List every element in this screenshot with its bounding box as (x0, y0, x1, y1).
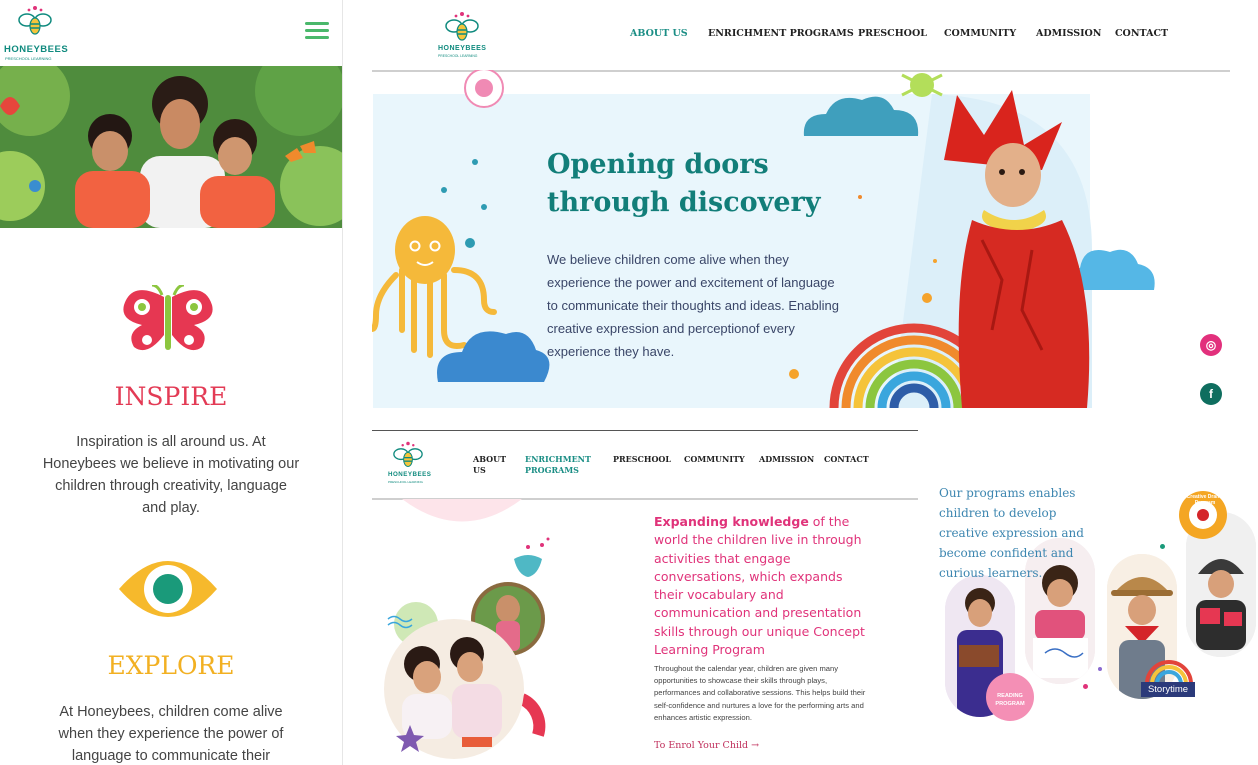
nav-contact[interactable]: CONTACT (824, 454, 869, 465)
explore-heading: EXPLORE (107, 651, 235, 680)
eye-icon (119, 561, 217, 617)
reading-badge-line-1: READING (997, 693, 1023, 699)
nav-about-us[interactable]: ABOUT US (630, 28, 688, 39)
decor-dot (1098, 667, 1102, 671)
logo-tagline: PRESCHOOL LEARNING (5, 56, 52, 61)
enrol-link[interactable]: To Enrol Your Child → (654, 740, 759, 751)
reading-badge-line-2: PROGRAM (995, 701, 1025, 707)
bee-logo-icon (393, 441, 423, 467)
decor-dot (1083, 684, 1088, 689)
programs-description: Our programs enables children to develop… (939, 486, 1084, 580)
hero-heading-line-2: through discovery (547, 187, 821, 218)
enrichment-heading-rest: of the world the children live in throug… (654, 514, 865, 658)
nav-community[interactable]: COMMUNITY (944, 28, 1016, 39)
child-in-costume-illustration (944, 90, 1090, 408)
reading-program-badge: READING PROGRAM (986, 673, 1034, 721)
enrichment-illustration (384, 499, 550, 759)
nav-about-us[interactable]: ABOUT US (473, 454, 506, 476)
bee-logo-icon (445, 12, 479, 41)
nav-enrichment-line-2: PROGRAMS (525, 465, 579, 475)
hero-heading-line-1: Opening doors (547, 149, 769, 180)
logo-tagline: PRESCHOOL LEARNING (388, 480, 423, 484)
enrichment-heading-bold: Expanding knowledge (654, 514, 809, 529)
nav-enrichment-programs[interactable]: ENRICHMENT PROGRAMS (708, 28, 854, 39)
mobile-hero-image (0, 66, 342, 228)
inspire-text: Inspiration is all around us. At Honeybe… (42, 434, 300, 516)
octopus-icon (372, 216, 497, 358)
sun-icon (901, 73, 943, 97)
nav-enrichment-programs[interactable]: ENRICHMENT PROGRAMS (525, 454, 591, 476)
nav-preschool[interactable]: PRESCHOOL (613, 454, 671, 465)
explore-text: At Honeybees, children come alive when t… (58, 704, 284, 764)
enrichment-heading: Expanding knowledge of the world the chi… (654, 513, 874, 659)
mobile-logo[interactable]: HONEYBEES PRESCHOOL LEARNING (4, 4, 68, 61)
bee-logo-icon (18, 6, 52, 35)
nav-admission[interactable]: ADMISSION (1036, 28, 1101, 39)
nav-preschool[interactable]: PRESCHOOL (858, 28, 927, 39)
decor-dot (1160, 544, 1165, 549)
nav-community[interactable]: COMMUNITY (684, 454, 745, 465)
logo-name: HONEYBEES (438, 45, 487, 52)
logo-tagline: PRESCHOOL LEARNING (438, 54, 478, 58)
hamburger-menu-icon[interactable] (305, 22, 329, 40)
nav-admission[interactable]: ADMISSION (759, 454, 814, 465)
header-logo[interactable]: HONEYBEES PRESCHOOL LEARNING (388, 440, 432, 486)
nav-about-line-1: ABOUT (473, 454, 507, 464)
facebook-icon[interactable]: f (1200, 383, 1222, 405)
instagram-icon[interactable]: ◎ (1200, 334, 1222, 356)
logo-name: HONEYBEES (388, 471, 432, 478)
hero-heading: Opening doors through discovery (547, 146, 820, 222)
header-logo[interactable]: HONEYBEES PRESCHOOL LEARNING (438, 10, 490, 60)
logo-name: HONEYBEES (4, 44, 69, 55)
mobile-view-panel: HONEYBEES PRESCHOOL LEARNING INSPIRE Ins… (0, 0, 343, 765)
enrichment-body: Throughout the calendar year, children a… (654, 664, 866, 722)
creative-drama-badge-label: Creative Drama Program (1186, 494, 1224, 506)
main-navigation: HONEYBEES PRESCHOOL LEARNING ABOUT US EN… (372, 0, 1230, 72)
secondary-navigation: HONEYBEES PRESCHOOL LEARNING ABOUT US EN… (372, 430, 918, 500)
family-photo-illustration (0, 66, 342, 228)
storytime-rainbow-icon (1145, 660, 1193, 684)
hero-description: We believe children come alive when they… (547, 252, 839, 359)
inspire-heading: INSPIRE (114, 382, 228, 411)
nav-contact[interactable]: CONTACT (1115, 28, 1168, 39)
storytime-label: Storytime (1141, 682, 1195, 697)
nav-about-line-2: US (473, 465, 486, 475)
nav-enrichment-line-1: ENRICHMENT (525, 454, 591, 464)
butterfly-icon (123, 285, 213, 351)
